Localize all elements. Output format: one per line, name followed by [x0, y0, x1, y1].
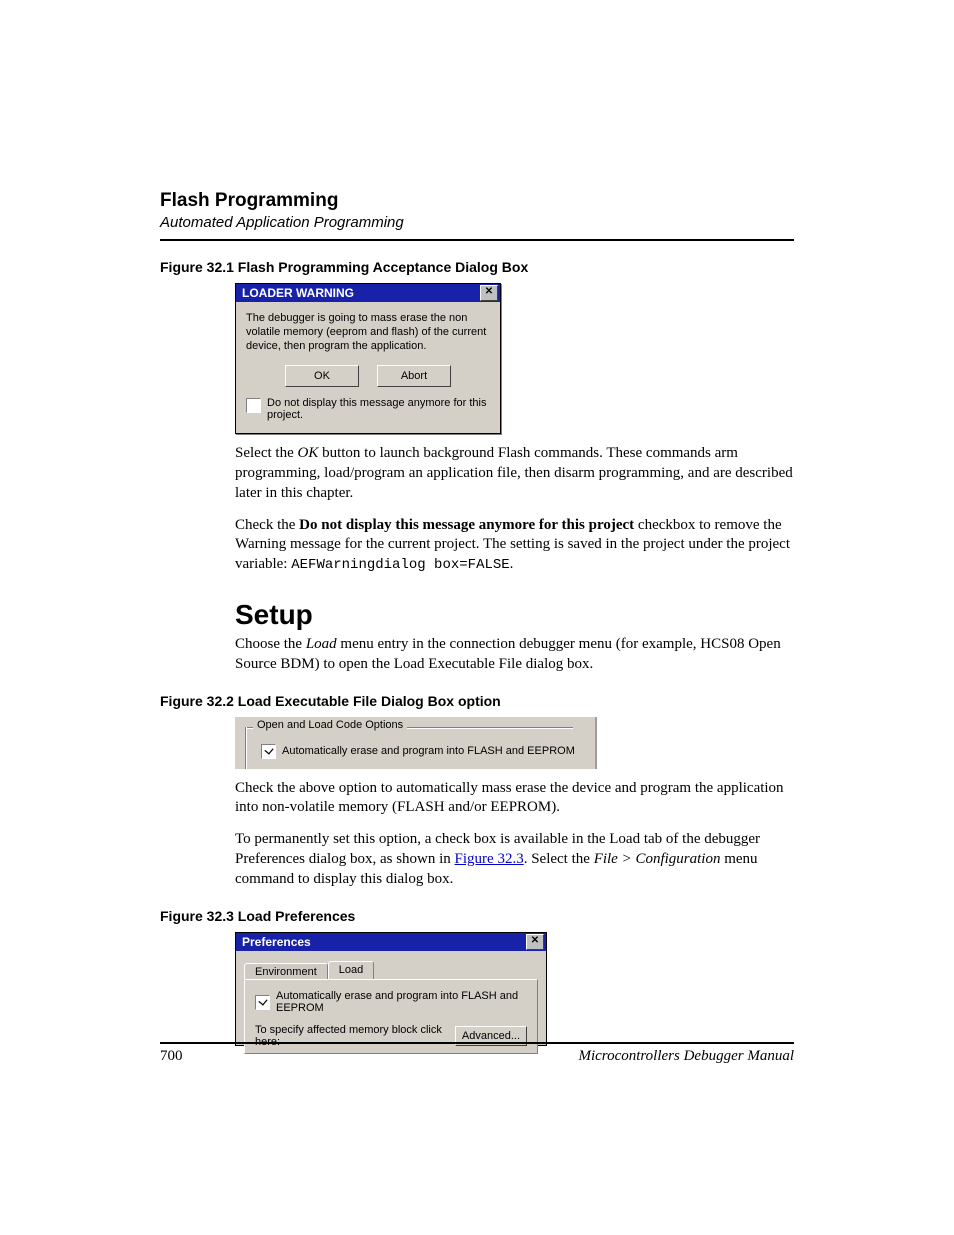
dont-show-row: Do not display this message anymore for … — [246, 397, 490, 421]
auto-erase-label: Automatically erase and program into FLA… — [282, 745, 575, 757]
tab-environment[interactable]: Environment — [244, 963, 328, 980]
load-emphasis: Load — [306, 636, 337, 652]
figure-caption-1: Figure 32.1 Flash Programming Acceptance… — [160, 259, 794, 275]
abort-button[interactable]: Abort — [377, 365, 451, 387]
text: button to launch background Flash comman… — [235, 445, 793, 501]
text: Check the — [235, 517, 299, 533]
close-icon[interactable]: ✕ — [480, 285, 498, 301]
figure-1-wrap: LOADER WARNING ✕ The debugger is going t… — [160, 283, 794, 434]
menu-emphasis: File > Configuration — [594, 851, 721, 867]
setup-heading: Setup — [160, 599, 794, 631]
tab-load[interactable]: Load — [328, 961, 374, 979]
preferences-dialog: Preferences ✕ Environment Load Automatic… — [235, 932, 547, 1046]
figure-3-wrap: Preferences ✕ Environment Load Automatic… — [160, 932, 794, 1046]
page-number: 700 — [160, 1048, 183, 1065]
dialog-title: Preferences — [242, 935, 311, 949]
text: . Select the — [524, 851, 594, 867]
dialog-body: The debugger is going to mass erase the … — [236, 302, 500, 433]
dialog-titlebar: LOADER WARNING ✕ — [236, 284, 500, 302]
groupbox-title: Open and Load Code Options — [253, 719, 407, 731]
dialog-title: LOADER WARNING — [242, 286, 354, 300]
header-rule — [160, 239, 794, 241]
chapter-header: Flash Programming Automated Application … — [160, 190, 794, 241]
footer-row: 700 Microcontrollers Debugger Manual — [160, 1048, 794, 1065]
bold-text: Do not display this message anymore for … — [299, 517, 634, 533]
auto-erase-label: Automatically erase and program into FLA… — [276, 990, 527, 1014]
dialog-body: Environment Load Automatically erase and… — [236, 951, 546, 1045]
figure-2-wrap: Open and Load Code Options Automatically… — [160, 717, 794, 769]
footer-rule — [160, 1042, 794, 1044]
auto-erase-checkbox[interactable] — [261, 744, 276, 759]
text: . — [510, 556, 514, 572]
dialog-button-row: OK Abort — [246, 365, 490, 387]
loader-warning-dialog: LOADER WARNING ✕ The debugger is going t… — [235, 283, 501, 434]
ok-emphasis: OK — [297, 445, 318, 461]
auto-erase-row: Automatically erase and program into FLA… — [255, 990, 527, 1014]
close-icon[interactable]: ✕ — [526, 934, 544, 950]
chapter-title: Flash Programming — [160, 190, 794, 212]
groupbox-border-left — [245, 727, 246, 769]
paragraph-2: Check the Do not display this message an… — [160, 516, 794, 575]
page: Flash Programming Automated Application … — [0, 0, 954, 1235]
text: Select the — [235, 445, 297, 461]
figure-link[interactable]: Figure 32.3 — [455, 851, 524, 867]
manual-name: Microcontrollers Debugger Manual — [578, 1048, 794, 1065]
chapter-subtitle: Automated Application Programming — [160, 214, 794, 231]
panel-highlight — [245, 979, 537, 980]
tab-strip: Environment Load — [244, 959, 538, 979]
paragraph-3: Choose the Load menu entry in the connec… — [160, 635, 794, 675]
dialog-message: The debugger is going to mass erase the … — [246, 312, 490, 353]
dialog-titlebar: Preferences ✕ — [236, 933, 546, 951]
ok-button[interactable]: OK — [285, 365, 359, 387]
dont-show-label: Do not display this message anymore for … — [267, 397, 490, 421]
figure-caption-3: Figure 32.3 Load Preferences — [160, 908, 794, 924]
page-footer: 700 Microcontrollers Debugger Manual — [160, 1042, 794, 1065]
auto-erase-row: Automatically erase and program into FLA… — [261, 743, 575, 759]
paragraph-4: Check the above option to automatically … — [160, 779, 794, 819]
figure-caption-2: Figure 32.2 Load Executable File Dialog … — [160, 693, 794, 709]
paragraph-1: Select the OK button to launch backgroun… — [160, 444, 794, 503]
load-options-groupbox: Open and Load Code Options Automatically… — [235, 717, 597, 769]
paragraph-5: To permanently set this option, a check … — [160, 830, 794, 889]
dont-show-checkbox[interactable] — [246, 398, 261, 413]
code-text: AEFWarningdialog box=FALSE — [291, 557, 509, 573]
auto-erase-checkbox[interactable] — [255, 995, 270, 1010]
text: Choose the — [235, 636, 306, 652]
